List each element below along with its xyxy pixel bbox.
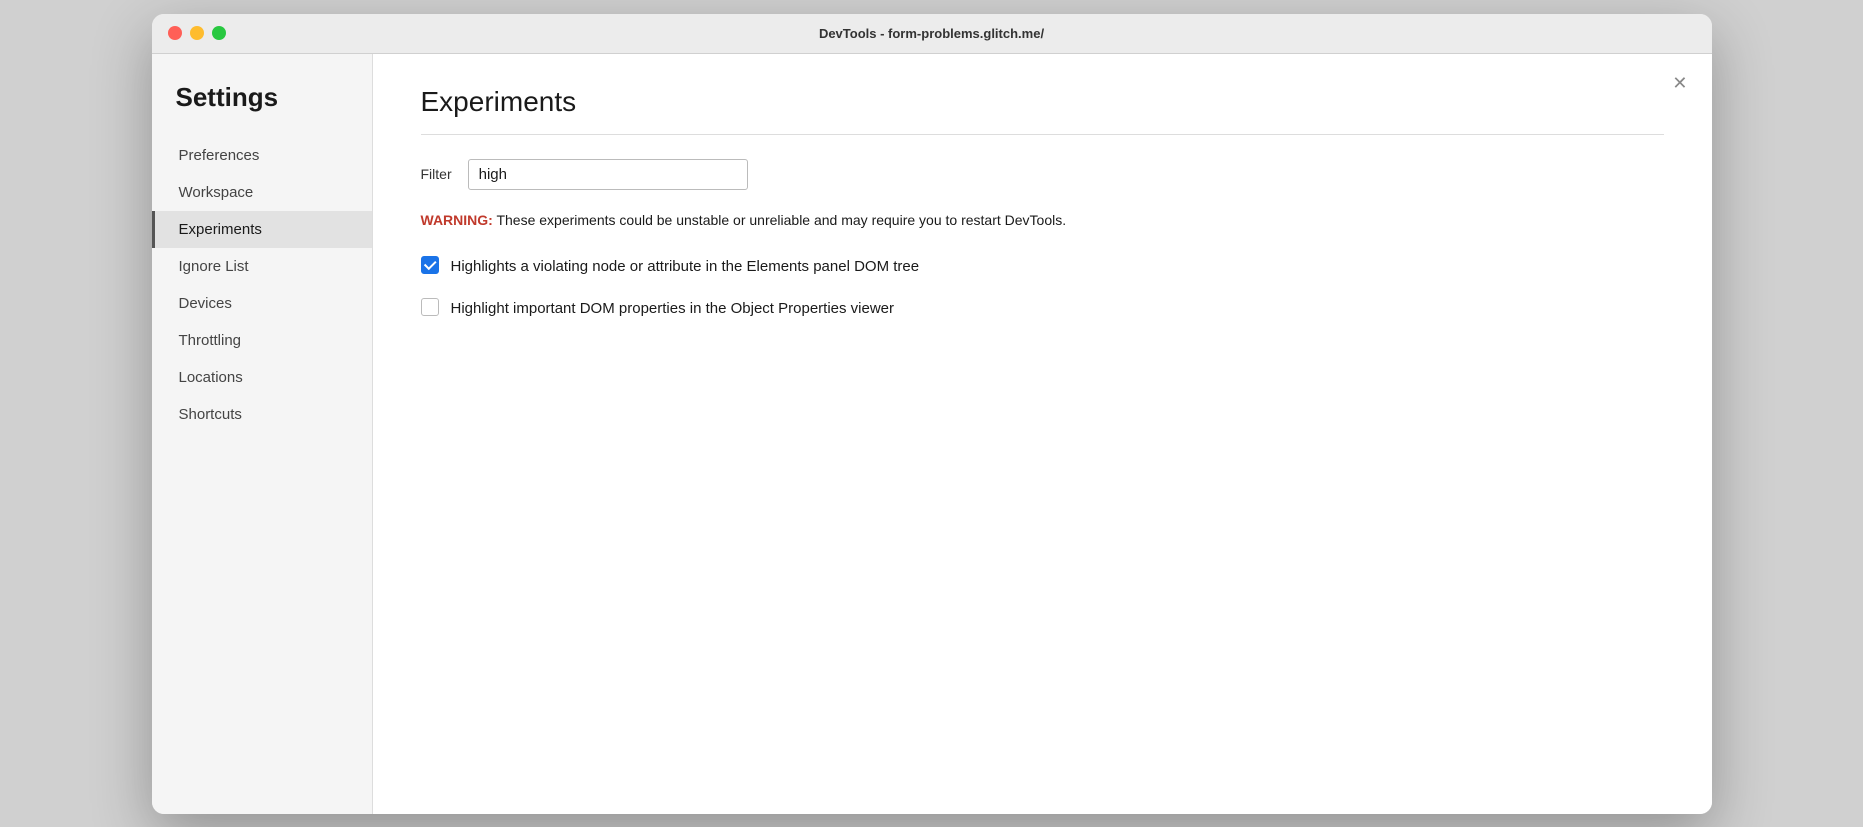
sidebar-item-workspace[interactable]: Workspace — [152, 174, 372, 211]
experiment-item-2: Highlight important DOM properties in th… — [421, 297, 1664, 319]
panel-divider — [421, 134, 1664, 135]
content-area: Settings Preferences Workspace Experimen… — [152, 54, 1712, 814]
window-title: DevTools - form-problems.glitch.me/ — [819, 26, 1044, 41]
close-traffic-light[interactable] — [168, 26, 182, 40]
main-panel: ✕ Experiments Filter WARNING: These expe… — [372, 54, 1712, 814]
sidebar-item-preferences[interactable]: Preferences — [152, 137, 372, 174]
sidebar: Settings Preferences Workspace Experimen… — [152, 54, 372, 814]
sidebar-item-ignore-list[interactable]: Ignore List — [152, 248, 372, 285]
sidebar-item-locations[interactable]: Locations — [152, 359, 372, 396]
sidebar-heading: Settings — [152, 82, 372, 137]
sidebar-item-devices[interactable]: Devices — [152, 285, 372, 322]
traffic-lights — [168, 26, 226, 40]
filter-input[interactable] — [468, 159, 748, 190]
close-button[interactable]: ✕ — [1672, 74, 1687, 92]
experiment-checkbox-2[interactable] — [421, 298, 439, 316]
warning-message: WARNING: These experiments could be unst… — [421, 210, 1664, 231]
experiment-label-1[interactable]: Highlights a violating node or attribute… — [451, 255, 920, 277]
maximize-traffic-light[interactable] — [212, 26, 226, 40]
sidebar-item-shortcuts[interactable]: Shortcuts — [152, 396, 372, 433]
warning-body: These experiments could be unstable or u… — [493, 212, 1066, 228]
warning-prefix: WARNING: — [421, 212, 493, 228]
panel-title: Experiments — [421, 86, 1664, 118]
experiment-item-1: Highlights a violating node or attribute… — [421, 255, 1664, 277]
sidebar-item-experiments[interactable]: Experiments — [152, 211, 372, 248]
experiment-checkbox-1[interactable] — [421, 256, 439, 274]
filter-label: Filter — [421, 166, 452, 182]
minimize-traffic-light[interactable] — [190, 26, 204, 40]
experiment-label-2[interactable]: Highlight important DOM properties in th… — [451, 297, 895, 319]
filter-row: Filter — [421, 159, 1664, 190]
devtools-window: DevTools - form-problems.glitch.me/ Sett… — [152, 14, 1712, 814]
titlebar: DevTools - form-problems.glitch.me/ — [152, 14, 1712, 54]
sidebar-item-throttling[interactable]: Throttling — [152, 322, 372, 359]
